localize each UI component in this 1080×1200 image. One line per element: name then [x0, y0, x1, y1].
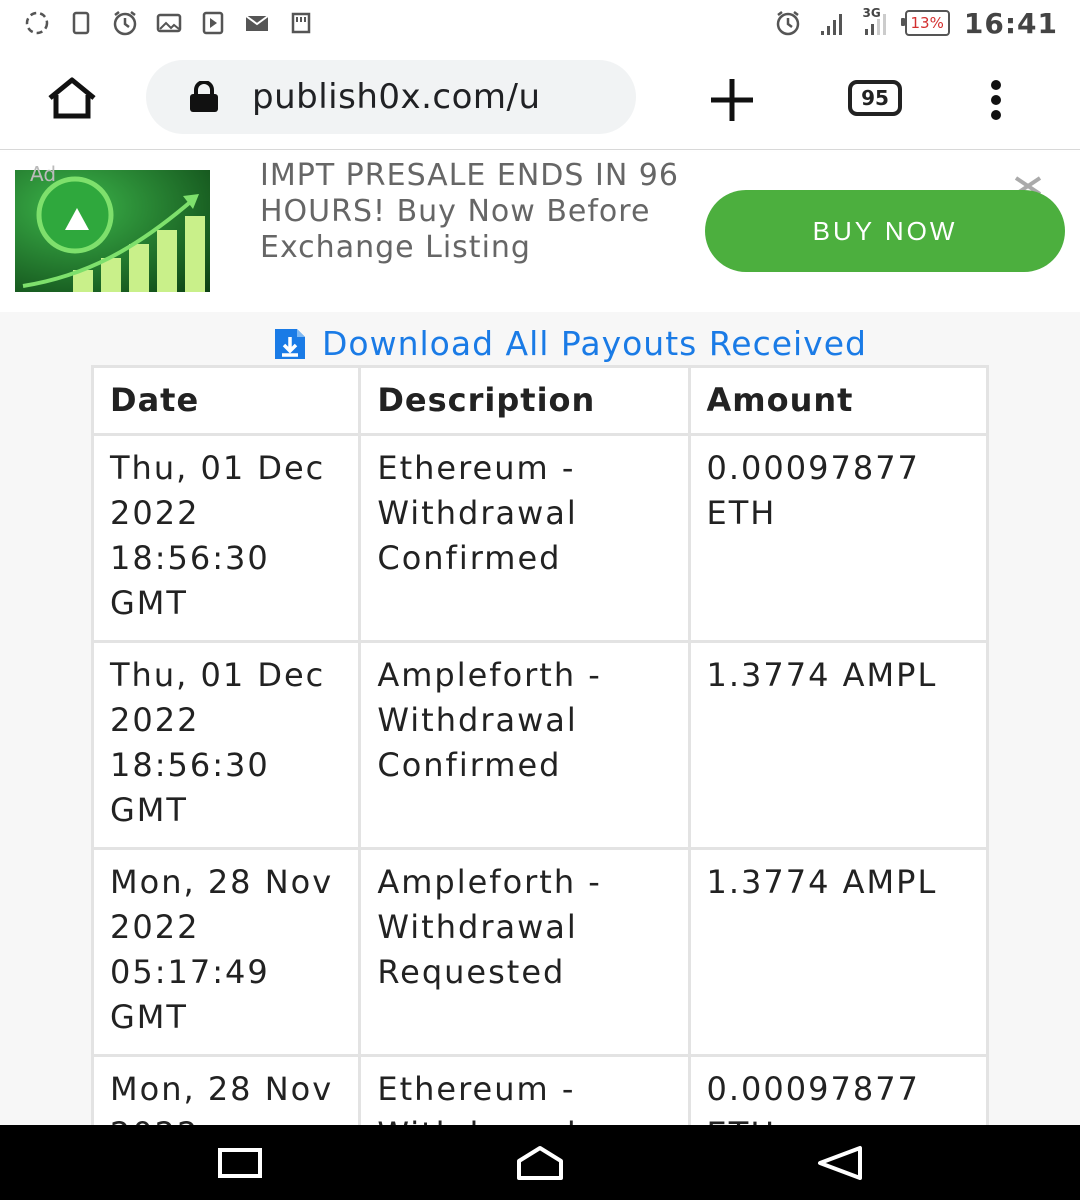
ad-chart-image [15, 170, 210, 292]
back-button[interactable] [810, 1143, 870, 1183]
tab-count: 95 [861, 86, 889, 110]
payout-amount: 1.3774 AMPL [687, 640, 989, 850]
payout-date: Thu, 01 Dec 2022 18:56:30 GMT [90, 640, 362, 850]
image-icon [154, 8, 184, 38]
status-bar-left [22, 8, 316, 38]
column-header-amount: Amount [687, 365, 989, 436]
page-content: Download All Payouts Received Date Descr… [0, 312, 1080, 1125]
status-bar: 3G 13% 16:41 [0, 0, 1080, 46]
payout-description: Ampleforth - Withdrawal Requested [358, 847, 691, 1057]
payout-date: Thu, 01 Dec 2022 18:56:30 GMT [90, 433, 362, 643]
table-row: Mon, 28 Nov 2022 05:17:49 GMT Ampleforth… [90, 847, 989, 1057]
nav-home-button[interactable] [510, 1143, 570, 1183]
more-vert-icon [991, 80, 1001, 120]
ad-headline: IMPT PRESALE ENDS IN 96 HOURS! Buy Now B… [260, 158, 679, 265]
payout-description: Ethereum - Withdrawal Confirmed [358, 433, 691, 643]
lock-icon [186, 79, 222, 115]
payout-amount: 1.3774 AMPL [687, 847, 989, 1057]
mail-icon [242, 8, 272, 38]
back-icon [818, 1146, 862, 1180]
recent-apps-button[interactable] [210, 1143, 270, 1183]
ad-label: Ad [30, 162, 57, 186]
status-bar-right: 3G 13% 16:41 [773, 6, 1058, 40]
signal-icon [817, 8, 847, 38]
download-file-icon [275, 328, 305, 359]
payout-amount: 0.00097877 ETH [687, 1054, 989, 1125]
plus-icon [711, 79, 753, 121]
column-header-date: Date [90, 365, 362, 436]
payout-description: Ampleforth - Withdrawal Confirmed [358, 640, 691, 850]
system-nav-bar [0, 1125, 1080, 1200]
signal-3g-icon: 3G [861, 6, 891, 38]
sync-icon [22, 8, 52, 38]
browser-toolbar: publish0x.com/u 95 [0, 46, 1080, 150]
battery-icon: 13% [900, 10, 950, 36]
url-text: publish0x.com/u [252, 77, 541, 117]
download-payouts-label: Download All Payouts Received [322, 324, 867, 363]
home-icon [517, 1146, 563, 1180]
sim-icon [66, 8, 96, 38]
recent-apps-icon [218, 1148, 262, 1178]
alarm-icon [110, 8, 140, 38]
buy-now-button[interactable]: BUY NOW [705, 190, 1065, 272]
new-tab-button[interactable] [702, 70, 762, 130]
table-row: Thu, 01 Dec 2022 18:56:30 GMT Ethereum -… [90, 433, 989, 643]
table-row: Mon, 28 Nov 2022 Ethereum - Withdrawal 0… [90, 1054, 989, 1125]
clock: 16:41 [963, 6, 1058, 40]
alarm-icon [773, 8, 803, 38]
payouts-table: Date Description Amount Thu, 01 Dec 2022… [90, 365, 989, 1125]
ad-banner[interactable]: Ad IMPT PRESALE ENDS IN 96 HOURS! Buy No… [0, 152, 1080, 312]
media-icon [198, 8, 228, 38]
payout-amount: 0.00097877 ETH [687, 433, 989, 643]
payout-date: Mon, 28 Nov 2022 05:17:49 GMT [90, 847, 362, 1057]
battery-level: 13% [910, 14, 944, 32]
download-payouts-link[interactable]: Download All Payouts Received [272, 324, 867, 363]
sd-card-icon [286, 8, 316, 38]
payout-date: Mon, 28 Nov 2022 [90, 1054, 362, 1125]
payout-description: Ethereum - Withdrawal [358, 1054, 691, 1125]
network-type-label: 3G [862, 6, 881, 20]
table-header-row: Date Description Amount [90, 365, 989, 436]
more-menu-button[interactable] [972, 68, 1020, 132]
column-header-description: Description [358, 365, 691, 436]
tabs-button[interactable]: 95 [848, 80, 902, 116]
table-row: Thu, 01 Dec 2022 18:56:30 GMT Ampleforth… [90, 640, 989, 850]
address-bar[interactable]: publish0x.com/u [146, 60, 636, 134]
home-icon [48, 77, 96, 119]
home-button[interactable] [40, 68, 104, 128]
